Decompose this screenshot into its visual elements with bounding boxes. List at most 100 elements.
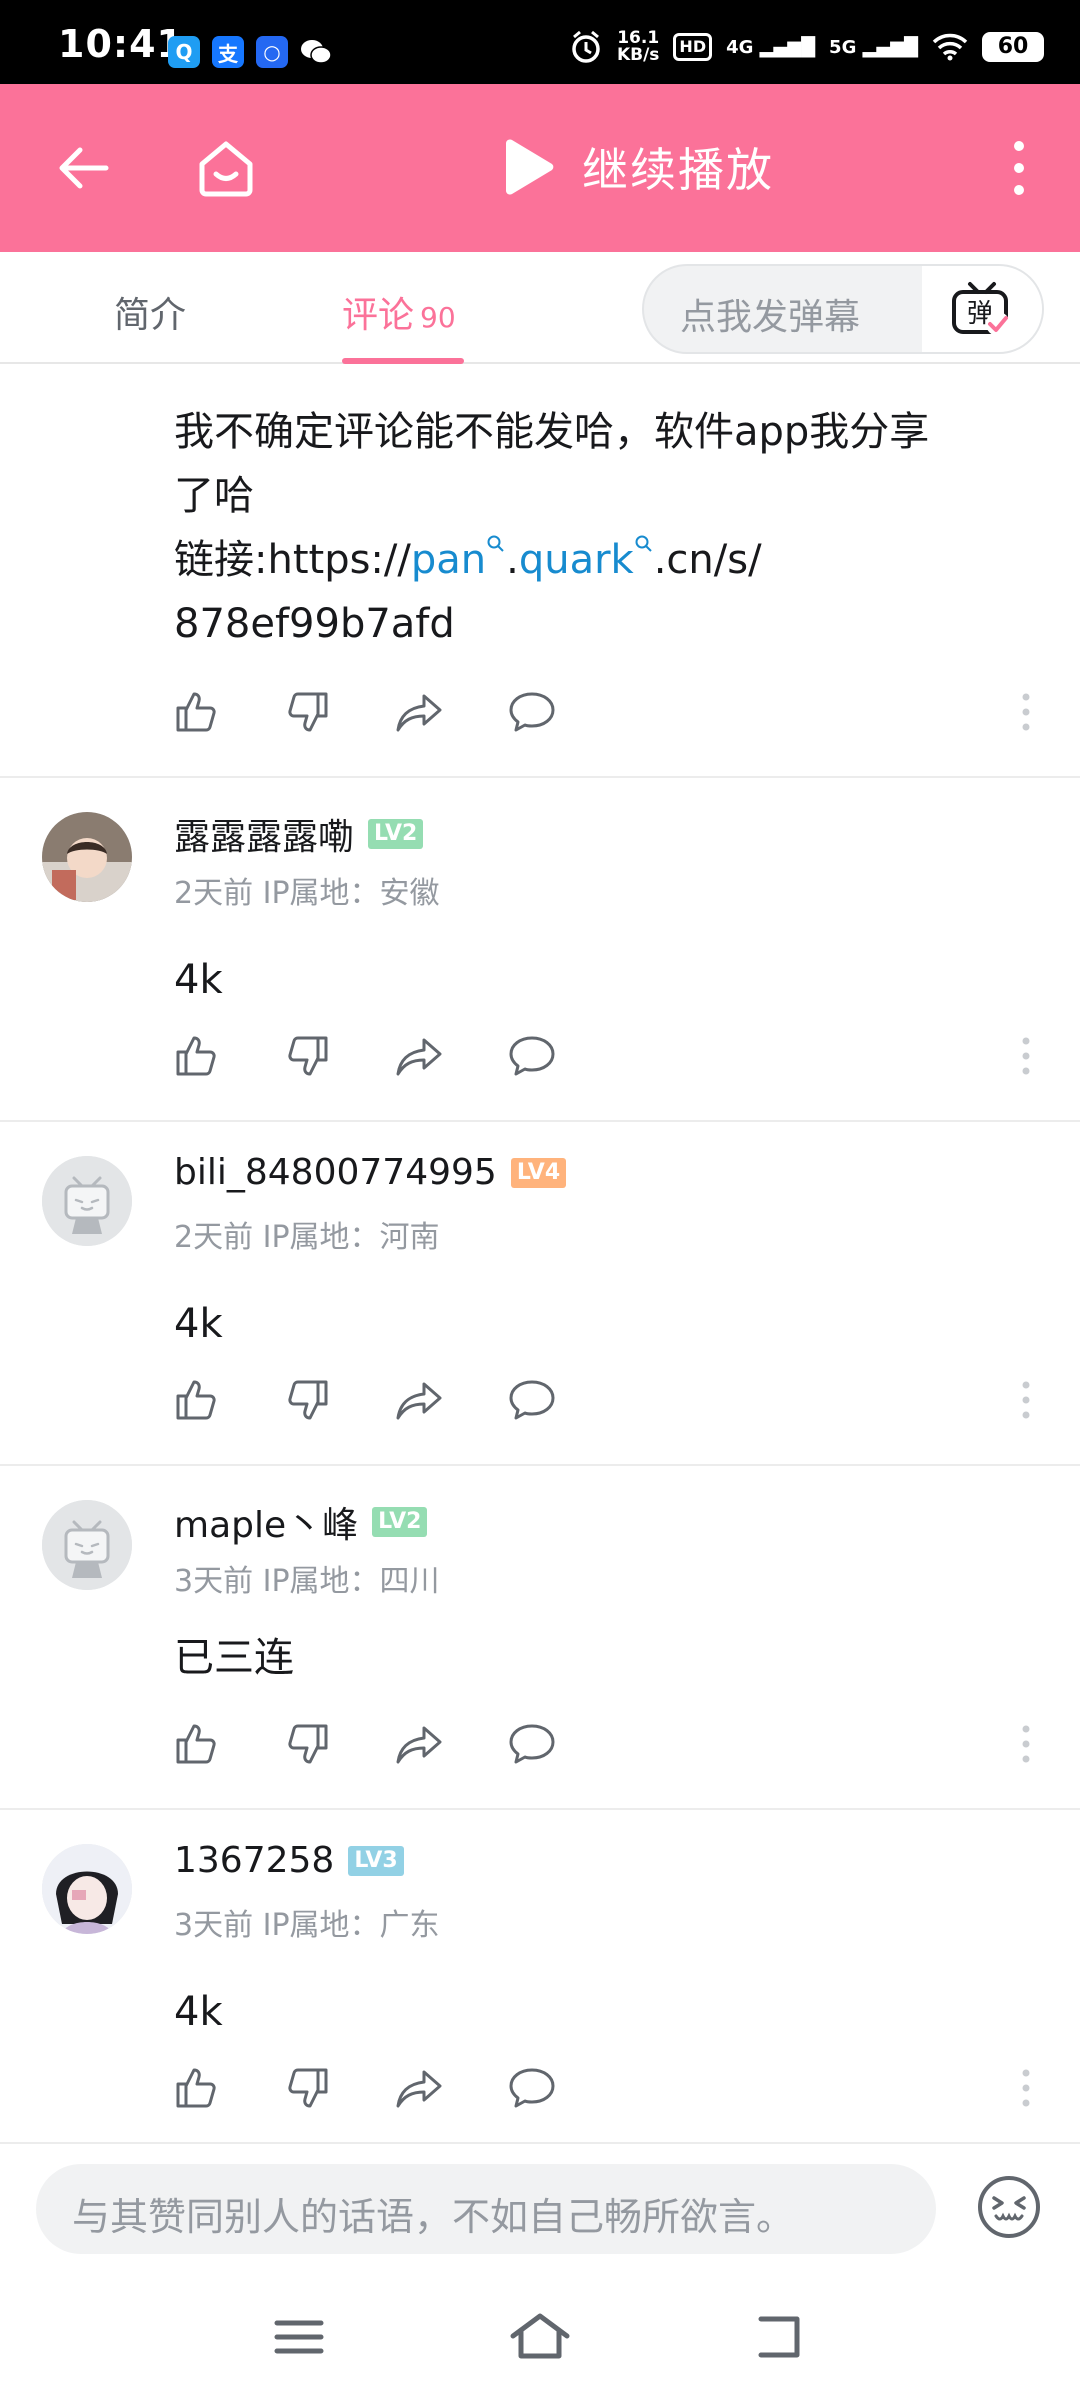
comment-bubble-icon [509, 692, 555, 732]
comment-bubble-icon [509, 1036, 555, 1076]
comment-input[interactable]: 与其赞同别人的话语，不如自己畅所欲言。 [36, 2164, 936, 2254]
like-button[interactable] [170, 1374, 222, 1426]
username[interactable]: maple丶峰 LV2 [174, 1496, 428, 1548]
net-speed: 16.1 KB/s [617, 30, 659, 64]
status-right: 16.1 KB/s HD 4G ▂▄▆█ 5G ▂▄▆█ 60 [569, 30, 1044, 64]
nav-home-button[interactable] [505, 2302, 575, 2372]
username[interactable]: 1367258 LV3 [174, 1840, 404, 1881]
comment-text[interactable]: 4k [174, 948, 1034, 1012]
comment-more-button[interactable] [1006, 1374, 1046, 1426]
avatar[interactable] [42, 1500, 132, 1590]
battery-indicator: 60 [982, 32, 1044, 62]
wechat-icon [300, 36, 332, 68]
comment-input-placeholder: 与其赞同别人的话语，不如自己畅所欲言。 [72, 2195, 795, 2239]
comment-item: maple丶峰 LV2 3天前 IP属地：四川 已三连 [0, 1466, 1080, 1810]
more-vertical-icon [1022, 2069, 1030, 2107]
thumbs-up-icon [176, 2068, 216, 2108]
share-button[interactable] [394, 2062, 446, 2114]
comment-meta: 3天前 IP属地：四川 [174, 1564, 440, 1599]
home-button[interactable] [182, 124, 270, 212]
continue-playing-button[interactable]: 继续播放 [500, 134, 774, 200]
comment-text-line: 我不确定评论能不能发哈，软件app我分享 [174, 409, 930, 455]
thumbs-down-icon [288, 1380, 328, 1420]
messages-app-icon: Q [168, 36, 200, 68]
nav-menu-button[interactable] [264, 2302, 334, 2372]
comment-text[interactable]: 我不确定评论能不能发哈，软件app我分享 了哈 链接:https://pan .q… [174, 400, 1034, 656]
avatar[interactable] [42, 812, 132, 902]
share-button[interactable] [394, 1030, 446, 1082]
link-suffix: .cn/s/ [653, 537, 762, 583]
more-options-button[interactable] [978, 124, 1060, 212]
comment-more-button[interactable] [1006, 686, 1046, 738]
comment-actions [170, 1030, 558, 1082]
reply-button[interactable] [506, 686, 558, 738]
system-nav-bar [0, 2272, 1080, 2400]
like-button[interactable] [170, 1718, 222, 1770]
comment-more-button[interactable] [1006, 1030, 1046, 1082]
anime-avatar [42, 1844, 132, 1934]
comment-link-last: 878ef99b7afd [174, 601, 455, 647]
dislike-button[interactable] [282, 686, 334, 738]
comment-more-button[interactable] [1006, 2062, 1046, 2114]
comment-text[interactable]: 4k [174, 1980, 1034, 2044]
level-badge: LV4 [510, 1157, 567, 1188]
dislike-button[interactable] [282, 2062, 334, 2114]
share-icon [396, 1038, 442, 1076]
comment-item: 我不确定评论能不能发哈，软件app我分享 了哈 链接:https://pan .q… [0, 366, 1080, 778]
more-vertical-icon [1022, 1725, 1030, 1763]
notification-icons: Q 支 ○ [168, 36, 332, 68]
wifi-icon [932, 33, 968, 61]
username-text: 1367258 [174, 1840, 335, 1881]
emoji-button[interactable] [974, 2172, 1044, 2242]
avatar[interactable] [42, 1844, 132, 1934]
dislike-button[interactable] [282, 1030, 334, 1082]
reply-button[interactable] [506, 1374, 558, 1426]
tab-intro[interactable]: 简介 [114, 286, 186, 338]
alarm-icon [572, 30, 600, 63]
video-header: 继续播放 [0, 84, 1080, 252]
search-icon [635, 535, 652, 552]
more-vertical-icon [1022, 1381, 1030, 1419]
share-button[interactable] [394, 1718, 446, 1770]
home-icon [199, 141, 253, 197]
thumbs-down-icon [288, 2068, 328, 2108]
tab-comments-label: 评论 [342, 295, 415, 336]
like-button[interactable] [170, 2062, 222, 2114]
search-icon [487, 535, 504, 552]
tab-comments[interactable]: 评论 90 [342, 286, 456, 338]
emoji-icon [978, 2176, 1040, 2238]
comment-more-button[interactable] [1006, 1718, 1046, 1770]
link-prefix: 链接:https:// [174, 537, 411, 583]
back-button[interactable] [40, 124, 128, 212]
reply-button[interactable] [506, 1030, 558, 1082]
search-link-quark[interactable]: quark [519, 535, 654, 583]
home-icon [510, 2313, 570, 2359]
nav-back-button[interactable] [746, 2302, 816, 2372]
share-button[interactable] [394, 1374, 446, 1426]
comment-text[interactable]: 已三连 [174, 1626, 1034, 1690]
like-button[interactable] [170, 686, 222, 738]
username[interactable]: bili_84800774995 LV4 [174, 1152, 567, 1193]
reply-button[interactable] [506, 1718, 558, 1770]
share-icon [396, 694, 442, 732]
comment-actions [170, 686, 558, 738]
share-button[interactable] [394, 686, 446, 738]
dislike-button[interactable] [282, 1718, 334, 1770]
search-link-pan[interactable]: pan [410, 535, 506, 583]
danmaku-input[interactable]: 点我发弹幕 弹 [642, 264, 1044, 354]
menu-icon [274, 2320, 324, 2354]
link-dot: . [506, 537, 519, 583]
default-tv-avatar [42, 1500, 132, 1590]
username[interactable]: 露露露露嘞 LV2 [174, 808, 424, 860]
avatar[interactable] [42, 1156, 132, 1246]
comment-input-bar: 与其赞同别人的话语，不如自己畅所欲言。 [0, 2142, 1080, 2272]
reply-button[interactable] [506, 2062, 558, 2114]
user-photo-avatar [42, 812, 132, 902]
comment-text[interactable]: 4k [174, 1292, 1034, 1356]
like-button[interactable] [170, 1030, 222, 1082]
default-tv-avatar [42, 1156, 132, 1246]
comment-actions [170, 1374, 558, 1426]
link-pan-label: pan [410, 537, 487, 583]
dislike-button[interactable] [282, 1374, 334, 1426]
danmaku-toggle-button[interactable]: 弹 [922, 266, 1042, 352]
